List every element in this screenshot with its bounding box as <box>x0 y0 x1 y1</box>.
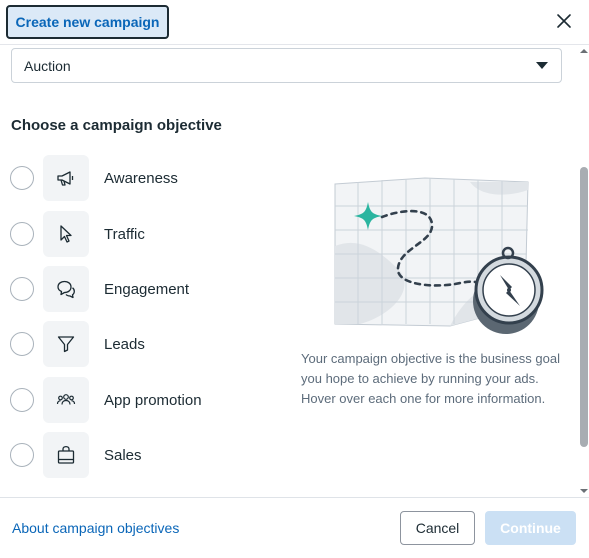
section-title: Choose a campaign objective <box>11 117 222 134</box>
radio-awareness[interactable] <box>10 166 34 190</box>
objective-label: Sales <box>104 446 142 464</box>
continue-button[interactable]: Continue <box>485 511 576 545</box>
people-icon <box>43 377 89 423</box>
scroll-up-arrow-icon[interactable] <box>579 46 589 56</box>
scroll-thumb[interactable] <box>580 167 588 447</box>
create-new-campaign-button[interactable]: Create new campaign <box>6 5 169 39</box>
header-divider <box>0 44 589 45</box>
close-icon[interactable] <box>555 12 573 30</box>
objective-awareness[interactable]: Awareness <box>10 155 260 201</box>
objective-label: Engagement <box>104 280 190 298</box>
objective-leads[interactable]: Leads <box>10 321 260 367</box>
objective-engagement[interactable]: Engagement <box>10 266 260 312</box>
radio-app-promotion[interactable] <box>10 388 34 412</box>
chat-bubbles-icon <box>43 266 89 312</box>
objective-label: App promotion <box>104 391 202 409</box>
objective-label: Traffic <box>104 225 145 243</box>
funnel-icon <box>43 321 89 367</box>
shopping-bag-icon <box>43 432 89 478</box>
objective-description: Your campaign objective is the business … <box>301 351 560 406</box>
radio-sales[interactable] <box>10 443 34 467</box>
megaphone-icon <box>43 155 89 201</box>
map-compass-illustration <box>334 177 544 334</box>
caret-down-icon <box>536 62 548 69</box>
scrollbar[interactable] <box>578 46 589 496</box>
radio-leads[interactable] <box>10 332 34 356</box>
cancel-button[interactable]: Cancel <box>400 511 475 545</box>
objective-traffic[interactable]: Traffic <box>10 211 260 257</box>
objective-label: Awareness <box>104 169 178 187</box>
buying-type-dropdown[interactable]: Auction <box>11 48 562 83</box>
objective-label: Leads <box>104 335 145 353</box>
objective-app-promotion[interactable]: App promotion <box>10 377 260 423</box>
about-campaign-objectives-link[interactable]: About campaign objectives <box>12 520 179 536</box>
scroll-down-arrow-icon[interactable] <box>579 486 589 496</box>
radio-traffic[interactable] <box>10 222 34 246</box>
cursor-icon <box>43 211 89 257</box>
objective-sales[interactable]: Sales <box>10 432 260 478</box>
buying-type-value: Auction <box>24 57 71 74</box>
footer-divider <box>0 497 589 498</box>
radio-engagement[interactable] <box>10 277 34 301</box>
